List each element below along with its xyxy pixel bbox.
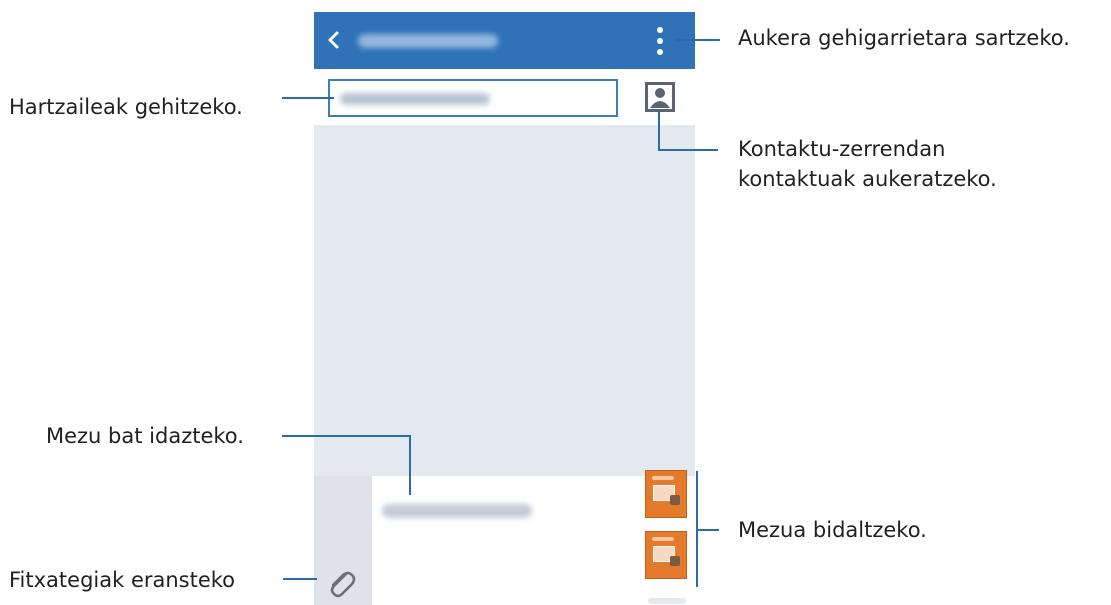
attach-area — [314, 476, 372, 605]
recipient-input[interactable] — [328, 79, 618, 117]
sim-badge-icon — [670, 556, 680, 566]
callout-attach-files: Fitxategiak eransteko — [9, 568, 236, 592]
callout-send-message: Mezua bidaltzeko. — [738, 518, 927, 542]
attach-button[interactable] — [324, 566, 358, 600]
recipient-row — [314, 69, 695, 125]
chevron-left-icon — [328, 31, 339, 49]
callout-line-recipients-h — [282, 97, 334, 99]
back-button[interactable] — [322, 26, 346, 54]
app-bar — [314, 12, 695, 69]
send-button-alt[interactable] — [645, 531, 687, 579]
callout-write-message: Mezu bat idazteko. — [46, 424, 244, 448]
recipient-placeholder-blurred — [340, 93, 490, 105]
callout-line-contacts-v — [658, 110, 660, 150]
contacts-button[interactable] — [645, 82, 675, 112]
paperclip-icon — [330, 571, 356, 598]
conversation-title-blurred — [358, 34, 498, 48]
callout-add-recipients: Hartzaileak gehitzeko. — [9, 95, 243, 119]
callout-line-contacts-h — [658, 149, 718, 151]
more-dot — [657, 38, 663, 44]
phone-screen — [314, 12, 695, 605]
callout-line-message-v — [409, 435, 411, 495]
send-button[interactable] — [645, 470, 687, 518]
more-vertical-icon — [657, 27, 663, 33]
callout-contacts-line1: Kontaktu-zerrendan — [738, 137, 946, 161]
callout-line-attach — [283, 578, 317, 580]
compose-area — [314, 470, 695, 605]
sim-badge-icon — [670, 495, 680, 505]
callout-line-more — [676, 39, 720, 41]
contact-person-icon — [645, 82, 675, 112]
bottom-handle — [648, 598, 686, 604]
callout-line-message-h — [282, 435, 411, 437]
callout-more-options: Aukera gehigarrietara sartzeko. — [738, 26, 1070, 50]
more-dot — [657, 49, 663, 55]
callout-line-send-h — [697, 529, 719, 531]
callout-contacts-line2: kontaktuak aukeratzeko. — [738, 167, 997, 191]
message-input[interactable] — [382, 504, 532, 518]
more-options-button[interactable] — [648, 24, 672, 58]
send-label-blurred — [652, 476, 674, 480]
send-label-blurred — [652, 537, 674, 541]
